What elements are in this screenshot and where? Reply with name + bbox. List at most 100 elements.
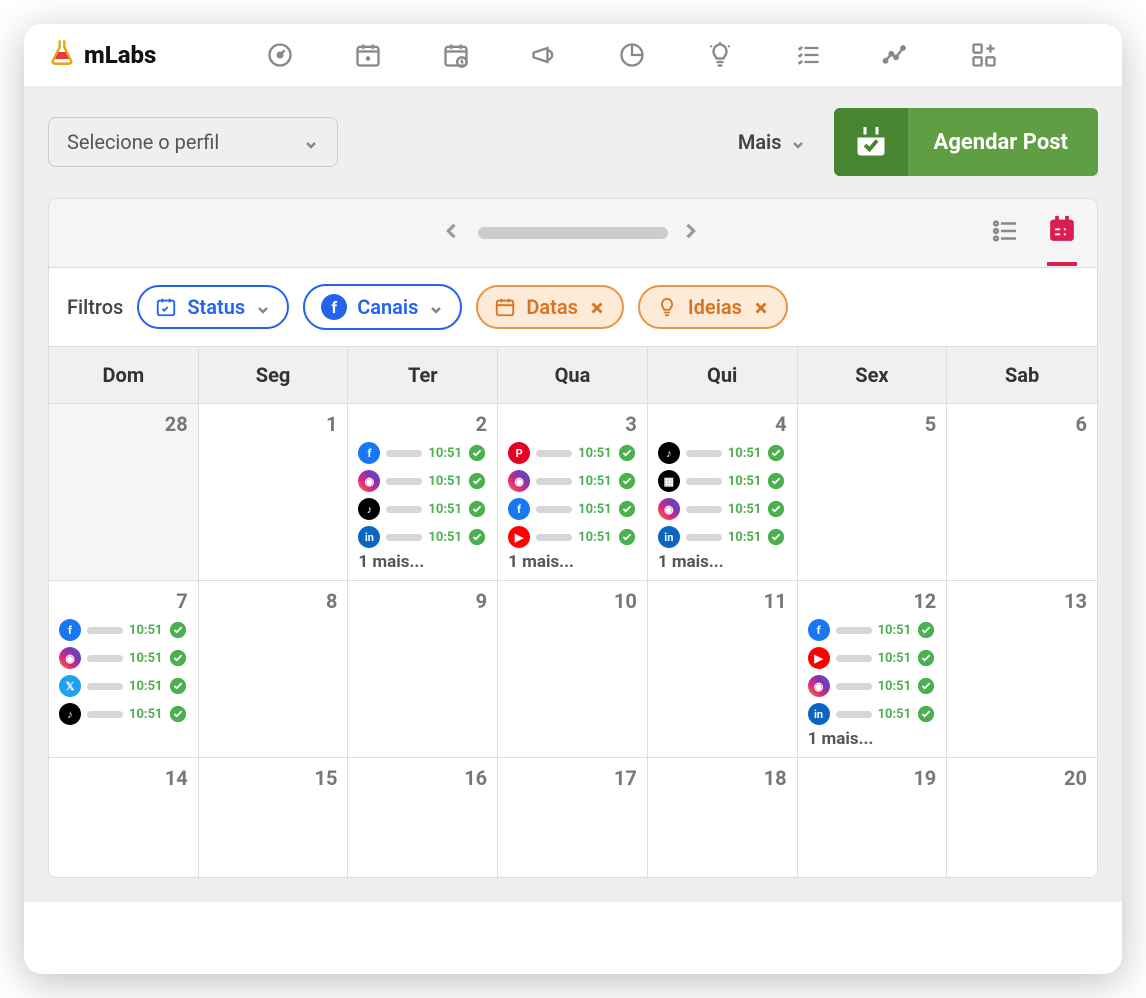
calendar-cell[interactable]: 3P10:51◉10:51f10:51▶10:511 mais... <box>498 403 648 580</box>
calendar-clock-icon[interactable] <box>440 39 472 71</box>
post-time: 10:51 <box>428 474 462 489</box>
scheduled-post[interactable]: f10:51 <box>358 442 487 464</box>
profile-select[interactable]: Selecione o perfil <box>48 117 338 167</box>
calendar-cell[interactable]: 9 <box>348 580 498 757</box>
calendar-cell[interactable]: 28 <box>49 403 199 580</box>
day-number: 6 <box>957 412 1087 436</box>
more-dropdown[interactable]: Mais <box>726 122 818 162</box>
post-title-placeholder <box>836 683 872 690</box>
scheduled-post[interactable]: ◉10:51 <box>658 498 787 520</box>
trend-icon[interactable] <box>880 39 912 71</box>
filter-canais[interactable]: f Canais <box>303 284 462 330</box>
scheduled-post[interactable]: ▶10:51 <box>808 647 937 669</box>
scheduled-post[interactable]: ♪10:51 <box>59 703 188 725</box>
next-arrow[interactable] <box>680 221 704 245</box>
calendar-cell[interactable]: 16 <box>348 757 498 877</box>
post-time: 10:51 <box>878 679 912 694</box>
check-circle-icon <box>468 500 486 518</box>
scheduled-post[interactable]: ♪10:51 <box>658 442 787 464</box>
scheduled-post[interactable]: ◉10:51 <box>808 675 937 697</box>
subbar: Selecione o perfil Mais Agendar Post <box>24 86 1122 198</box>
day-number: 4 <box>658 412 787 436</box>
check-circle-icon <box>767 500 785 518</box>
calendar-cell[interactable]: 4 ♪10:51 ▦10:51 ◉10:51 in 10:51 1 mais... <box>648 403 798 580</box>
post-title-placeholder <box>836 655 872 662</box>
calendar-cell[interactable]: 20 <box>947 757 1097 877</box>
calendar-cell[interactable]: 1 <box>199 403 349 580</box>
checklist-icon[interactable] <box>792 39 824 71</box>
main-area: Filtros Status f Canais Datas <box>24 198 1122 902</box>
check-circle-icon <box>468 444 486 462</box>
calendar-cell[interactable]: 11 <box>648 580 798 757</box>
lightbulb-icon[interactable] <box>704 39 736 71</box>
close-icon[interactable] <box>588 298 606 316</box>
day-number: 20 <box>957 766 1087 790</box>
linkedin-icon: in <box>808 703 830 725</box>
scheduled-post[interactable]: f10:51 <box>808 619 937 641</box>
post-title-placeholder <box>87 683 123 690</box>
scheduled-post[interactable]: ◉10:51 <box>508 470 637 492</box>
calendar-cell[interactable]: 12f10:51▶10:51◉10:51in10:511 mais... <box>798 580 948 757</box>
calendar-cell[interactable]: 8 <box>199 580 349 757</box>
calendar-plus-icon[interactable] <box>352 39 384 71</box>
calendar-cell[interactable]: 10 <box>498 580 648 757</box>
piechart-icon[interactable] <box>616 39 648 71</box>
calendar-cell[interactable]: 14 <box>49 757 199 877</box>
filter-status[interactable]: Status <box>137 285 289 329</box>
more-posts-link[interactable]: 1 mais... <box>358 552 487 572</box>
day-number: 15 <box>209 766 338 790</box>
chevron-down-icon <box>303 134 319 150</box>
post-title-placeholder <box>536 478 572 485</box>
prev-arrow[interactable] <box>442 221 466 245</box>
scheduled-post[interactable]: 𝕏10:51 <box>59 675 188 697</box>
scheduled-post[interactable]: in10:51 <box>358 526 487 548</box>
facebook-icon: f <box>59 619 81 641</box>
calendar-cell[interactable]: 6 <box>947 403 1097 580</box>
linkedin-icon: in <box>658 526 680 548</box>
calendar-view-toggle[interactable] <box>1047 214 1077 266</box>
scheduled-post[interactable]: in 10:51 <box>658 526 787 548</box>
post-title-placeholder <box>87 655 123 662</box>
more-posts-link[interactable]: 1 mais... <box>658 552 787 572</box>
app-frame: mLabs Selecione o perfil Mais <box>24 24 1122 974</box>
scheduled-post[interactable]: ◉10:51 <box>358 470 487 492</box>
day-number: 28 <box>59 412 188 436</box>
calendar-cell[interactable]: 17 <box>498 757 648 877</box>
scheduled-post[interactable]: f10:51 <box>508 498 637 520</box>
more-posts-link[interactable]: 1 mais... <box>808 729 937 749</box>
calendar-cell[interactable]: 15 <box>199 757 349 877</box>
filter-datas[interactable]: Datas <box>476 285 624 329</box>
calendar-cell[interactable]: 19 <box>798 757 948 877</box>
apps-add-icon[interactable] <box>968 39 1000 71</box>
post-title-placeholder <box>686 450 722 457</box>
scheduled-post[interactable]: ♪10:51 <box>358 498 487 520</box>
post-title-placeholder <box>536 450 572 457</box>
close-icon[interactable] <box>752 298 770 316</box>
brand-logo[interactable]: mLabs <box>48 38 156 72</box>
calendar-cell[interactable]: 5 <box>798 403 948 580</box>
scheduled-post[interactable]: ▦10:51 <box>658 470 787 492</box>
calendar-cell[interactable]: 7f10:51◉10:51𝕏10:51♪10:51 <box>49 580 199 757</box>
filter-ideias[interactable]: Ideias <box>638 285 788 329</box>
list-view-toggle[interactable] <box>991 216 1021 250</box>
calendar-cell[interactable]: 18 <box>648 757 798 877</box>
schedule-post-button[interactable]: Agendar Post <box>834 108 1098 176</box>
calendar-cell[interactable]: 2f10:51◉10:51♪10:51in10:511 mais... <box>348 403 498 580</box>
gauge-icon[interactable] <box>264 39 296 71</box>
scheduled-post[interactable]: ▶10:51 <box>508 526 637 548</box>
calendar-cell[interactable]: 13 <box>947 580 1097 757</box>
post-time: 10:51 <box>728 530 762 545</box>
chevron-down-icon <box>255 299 271 315</box>
calendar-panel-header <box>49 199 1097 267</box>
lightbulb-icon <box>656 296 678 318</box>
more-label: Mais <box>738 130 782 154</box>
more-posts-link[interactable]: 1 mais... <box>508 552 637 572</box>
megaphone-icon[interactable] <box>528 39 560 71</box>
instagram-icon: ◉ <box>59 647 81 669</box>
scheduled-post[interactable]: P10:51 <box>508 442 637 464</box>
scheduled-post[interactable]: in10:51 <box>808 703 937 725</box>
scheduled-post[interactable]: f10:51 <box>59 619 188 641</box>
day-number: 12 <box>808 589 937 613</box>
scheduled-post[interactable]: ◉10:51 <box>59 647 188 669</box>
check-circle-icon <box>468 528 486 546</box>
